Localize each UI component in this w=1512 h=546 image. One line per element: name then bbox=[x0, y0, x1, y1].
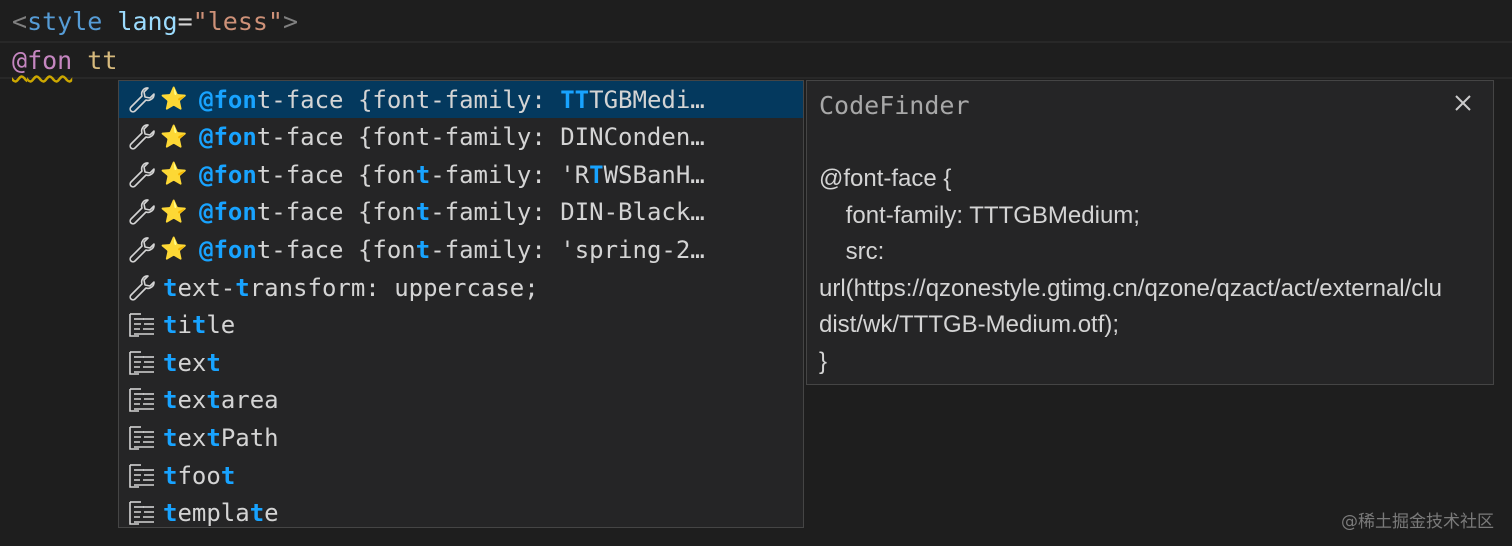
suggest-item[interactable]: ⭐ @font-face {font-family: TTTGBMedi… bbox=[119, 81, 803, 118]
snippet-icon bbox=[125, 419, 159, 456]
star-icon: ⭐ bbox=[160, 162, 188, 188]
suggest-item-label: template bbox=[163, 499, 279, 528]
suggest-item-label: text bbox=[163, 348, 221, 377]
suggest-item[interactable]: ⭐ @font-face {font-family: 'RTWSBanH… bbox=[119, 156, 803, 193]
snippet-icon bbox=[125, 457, 159, 494]
snippet-icon bbox=[125, 344, 159, 381]
suggest-item[interactable]: title bbox=[119, 307, 803, 344]
snippet-icon bbox=[125, 382, 159, 419]
suggest-item-label: @font-face {font-family: 'RTWSBanH… bbox=[199, 160, 705, 189]
attr-name: lang bbox=[117, 7, 178, 36]
wrench-icon bbox=[125, 156, 159, 193]
star-icon: ⭐ bbox=[160, 199, 188, 225]
tag-name: style bbox=[27, 7, 103, 36]
tag-open-bracket: < bbox=[12, 7, 28, 36]
suggest-item-label: text-transform: uppercase; bbox=[163, 273, 539, 302]
suggest-item-label: tfoot bbox=[163, 461, 236, 490]
suggest-item[interactable]: ⭐ @font-face {font-family: 'spring-2… bbox=[119, 231, 803, 268]
suggest-item-label: title bbox=[163, 311, 236, 340]
suggest-item[interactable]: textPath bbox=[119, 419, 803, 456]
suggest-item-label: textPath bbox=[163, 423, 279, 452]
star-icon: ⭐ bbox=[160, 237, 188, 263]
suggest-item-label: textarea bbox=[163, 386, 279, 415]
suggest-item-label: @font-face {font-family: DINConden… bbox=[199, 123, 705, 152]
wrench-icon bbox=[125, 81, 159, 118]
suggest-item-label: @font-face {font-family: DIN-Black… bbox=[199, 198, 705, 227]
at-rule-word: fon bbox=[27, 46, 73, 75]
details-title: CodeFinder bbox=[819, 91, 970, 120]
snippet-icon bbox=[125, 307, 159, 344]
wrench-icon bbox=[125, 119, 159, 156]
suggest-item-label: @font-face {font-family: 'spring-2… bbox=[199, 235, 705, 264]
suggest-item-label: @font-face {font-family: TTTGBMedi… bbox=[199, 85, 705, 114]
attr-equals: = bbox=[177, 7, 193, 36]
wrench-icon bbox=[125, 194, 159, 231]
details-body: @font-face { font-family: TTTGBMedium; s… bbox=[819, 165, 1442, 375]
suggest-item[interactable]: ⭐ @font-face {font-family: DIN-Black… bbox=[119, 194, 803, 231]
suggest-item[interactable]: text-transform: uppercase; bbox=[119, 269, 803, 306]
at-symbol: @ bbox=[12, 46, 28, 75]
typed-text: tt bbox=[87, 46, 118, 75]
suggest-widget[interactable]: ⭐ @font-face {font-family: TTTGBMedi… ⭐ @fo… bbox=[118, 80, 804, 528]
tag-close-bracket: > bbox=[282, 7, 299, 36]
attr-value: "less" bbox=[192, 7, 283, 36]
code-line-2[interactable]: @fon tt bbox=[0, 41, 1512, 79]
wrench-icon bbox=[125, 231, 159, 268]
suggest-item[interactable]: textarea bbox=[119, 382, 803, 419]
suggest-item[interactable]: ⭐ @font-face {font-family: DINConden… bbox=[119, 119, 803, 156]
star-icon: ⭐ bbox=[160, 87, 188, 112]
code-line-1[interactable]: <style lang="less"> bbox=[0, 2, 1512, 42]
wrench-icon bbox=[125, 269, 159, 306]
suggest-item[interactable]: template bbox=[119, 495, 803, 528]
suggest-item[interactable]: tfoot bbox=[119, 457, 803, 494]
close-icon[interactable] bbox=[1449, 89, 1477, 117]
star-icon: ⭐ bbox=[160, 124, 188, 150]
suggest-item[interactable]: text bbox=[119, 344, 803, 381]
watermark: @稀土掘金技术社区 bbox=[1341, 512, 1494, 532]
snippet-icon bbox=[125, 495, 159, 527]
suggest-details-panel: CodeFinder @font-face { font-family: TTT… bbox=[806, 80, 1494, 385]
